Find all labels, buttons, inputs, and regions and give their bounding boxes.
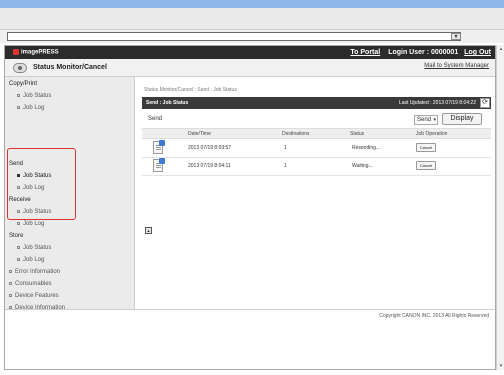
mail-system-manager-link[interactable]: Mail to System Manager — [424, 63, 489, 69]
cell-destinations: 1 — [284, 163, 287, 169]
address-bar-input[interactable] — [7, 32, 461, 41]
panel-title: Send : Job Status — [146, 100, 189, 106]
sidebar-item-receive-job-status[interactable]: Job Status — [17, 209, 51, 215]
bullet-icon — [9, 281, 12, 285]
sidebar-item-send-job-status[interactable]: Job Status — [17, 173, 51, 179]
breadcrumb: Status Monitor/Cancel : Send : Job Statu… — [144, 87, 237, 93]
main-content: Status Monitor/Cancel : Send : Job Statu… — [136, 77, 495, 309]
sidebar-item-copy-job-log[interactable]: Job Log — [17, 105, 44, 111]
cell-status: Waiting... — [352, 163, 373, 169]
bullet-icon — [17, 105, 20, 109]
bullet-icon — [17, 93, 20, 97]
sidebar-section-receive: Receive — [9, 197, 31, 203]
cell-datetime: 2013 07/19 8:03:57 — [188, 145, 232, 151]
scroll-up-icon[interactable]: ▴ — [498, 46, 504, 52]
sidebar-item-send-job-log[interactable]: Job Log — [17, 185, 44, 191]
bullet-icon — [9, 293, 12, 297]
sidebar-item-error-information[interactable]: Error Information — [9, 269, 60, 275]
page-title: Status Monitor/Cancel — [33, 64, 107, 71]
sidebar-item-consumables[interactable]: Consumables — [9, 281, 52, 287]
title-bar: Status Monitor/Cancel Mail to System Man… — [5, 59, 495, 77]
send-label: Send — [148, 116, 163, 122]
logout-link[interactable]: Log Out — [464, 49, 491, 56]
cell-destinations: 1 — [284, 145, 287, 151]
table-row: 2013 07/19 8:04:11 1 Waiting... Cancel — [142, 158, 491, 176]
sidebar-item-store-job-log[interactable]: Job Log — [17, 257, 44, 263]
document-icon — [153, 158, 165, 172]
browser-toolbar — [0, 8, 504, 30]
cancel-button[interactable]: Cancel — [416, 143, 436, 152]
sidebar-item-store-job-status[interactable]: Job Status — [17, 245, 51, 251]
sidebar-item-device-features[interactable]: Device Features — [9, 293, 59, 299]
job-type-select[interactable]: Send ▾ — [414, 115, 438, 125]
browser-title-bar — [0, 0, 504, 8]
table-row: 2013 07/19 8:03:57 1 Resending... Cancel — [142, 140, 491, 158]
bullet-icon — [17, 245, 20, 249]
sidebar-item-receive-job-log[interactable]: Job Log — [17, 221, 44, 227]
cancel-button[interactable]: Cancel — [416, 161, 436, 170]
sidebar: Copy/Print Job Status Job Log Send Job S… — [5, 77, 135, 323]
status-monitor-icon — [13, 63, 27, 73]
sidebar-item-copy-job-status[interactable]: Job Status — [17, 93, 51, 99]
brand: imagePRESS — [13, 49, 59, 56]
login-user: Login User : 0000001 — [388, 49, 459, 56]
bullet-icon — [17, 173, 20, 177]
col-status: Status — [350, 131, 365, 137]
filter-row: Send Send ▾ Display — [142, 113, 491, 125]
bullet-icon — [9, 269, 12, 273]
bullet-icon — [17, 221, 20, 225]
back-to-top-icon[interactable]: ▲ — [145, 227, 152, 234]
chevron-down-icon: ▾ — [433, 117, 436, 123]
bullet-icon — [17, 209, 20, 213]
last-updated: Last Updated : 2013 07/19 8:04:22 — [398, 100, 476, 106]
col-destinations: Destinations — [282, 131, 310, 137]
app-header: imagePRESS To Portal Login User : 000000… — [5, 46, 495, 59]
page-frame: imagePRESS To Portal Login User : 000000… — [4, 45, 496, 370]
scroll-down-icon[interactable]: ▾ — [498, 363, 504, 369]
sidebar-section-copy-print: Copy/Print — [9, 81, 38, 87]
copyright: Copyright CANON INC. 2013 All Rights Res… — [379, 313, 489, 319]
col-datetime: Date/Time — [188, 131, 211, 137]
cell-datetime: 2013 07/19 8:04:11 — [188, 163, 231, 169]
display-button[interactable]: Display — [442, 113, 482, 125]
cell-status: Resending... — [352, 145, 381, 151]
footer: Copyright CANON INC. 2013 All Rights Res… — [5, 309, 495, 321]
panel-header: Send : Job Status Last Updated : 2013 07… — [142, 97, 491, 109]
sidebar-section-send: Send — [9, 161, 24, 167]
document-icon — [153, 140, 165, 154]
bullet-icon — [17, 185, 20, 189]
col-job-operation: Job Operation — [416, 131, 448, 137]
canon-logo-icon — [13, 49, 19, 55]
vertical-scrollbar[interactable]: ▴ ▾ — [496, 45, 504, 370]
bullet-icon — [17, 257, 20, 261]
header-right: To Portal Login User : 0000001 Log Out — [350, 49, 491, 56]
to-portal-link[interactable]: To Portal — [350, 49, 380, 56]
address-dropdown-icon[interactable]: ▾ — [451, 33, 461, 40]
sidebar-section-store: Store — [9, 233, 24, 239]
table-header: Date/Time Destinations Status Job Operat… — [142, 128, 491, 139]
refresh-icon[interactable]: ⟳ — [480, 98, 490, 108]
brand-name: imagePRESS — [21, 49, 59, 56]
address-row: ▾ — [0, 30, 504, 43]
